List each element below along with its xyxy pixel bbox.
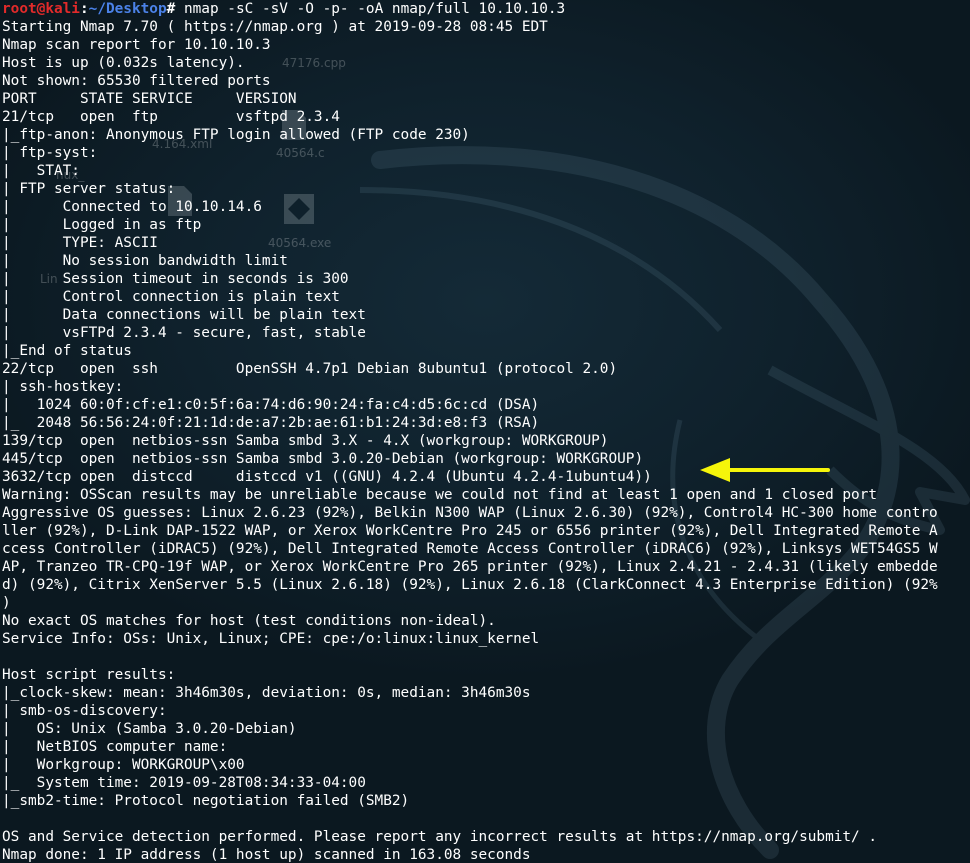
output-line: | Data connections will be plain text — [2, 307, 366, 323]
output-line: OS and Service detection performed. Plea… — [2, 829, 878, 845]
output-line: |_End of status — [2, 343, 132, 359]
output-line: ) — [2, 595, 11, 611]
output-line: | Logged in as ftp — [2, 217, 202, 233]
output-line: PORT STATE SERVICE VERSION — [2, 91, 297, 107]
output-line: | TYPE: ASCII — [2, 235, 158, 251]
output-line: | ssh-hostkey: — [2, 379, 124, 395]
terminal-window[interactable]: root@kali:~/Desktop# nmap -sC -sV -O -p-… — [0, 0, 970, 863]
output-line: | Workgroup: WORKGROUP\x00 — [2, 757, 245, 773]
output-line: 21/tcp open ftp vsftpd 2.3.4 — [2, 109, 340, 125]
output-line: Starting Nmap 7.70 ( https://nmap.org ) … — [2, 19, 548, 35]
prompt-separator: : — [79, 1, 89, 17]
output-line: d) (92%), Citrix XenServer 5.5 (Linux 2.… — [2, 577, 938, 593]
output-line: | FTP server status: — [2, 181, 176, 197]
output-line: | vsFTPd 2.3.4 - secure, fast, stable — [2, 325, 366, 341]
output-line: ller (92%), D-Link DAP-1522 WAP, or Xero… — [2, 523, 938, 539]
prompt-path: ~/Desktop — [88, 1, 167, 17]
output-line: | NetBIOS computer name: — [2, 739, 228, 755]
output-line: | Session timeout in seconds is 300 — [2, 271, 349, 287]
prompt-user-host: root@kali — [2, 1, 80, 17]
output-line: | smb-os-discovery: — [2, 703, 167, 719]
output-line: | 1024 60:0f:cf:e1:c0:5f:6a:74:d6:90:24:… — [2, 397, 540, 413]
output-line: Not shown: 65530 filtered ports — [2, 73, 271, 89]
output-line: Nmap scan report for 10.10.10.3 — [2, 37, 271, 53]
output-line: 22/tcp open ssh OpenSSH 4.7p1 Debian 8ub… — [2, 361, 618, 377]
output-line: |_ System time: 2019-09-28T08:34:33-04:0… — [2, 775, 366, 791]
output-line: |_ 2048 56:56:24:0f:21:1d:de:a7:2b:ae:61… — [2, 415, 540, 431]
output-line: |_smb2-time: Protocol negotiation failed… — [2, 793, 410, 809]
output-line: |_clock-skew: mean: 3h46m30s, deviation:… — [2, 685, 531, 701]
output-line: | STAT: — [2, 163, 80, 179]
output-line: No exact OS matches for host (test condi… — [2, 613, 496, 629]
output-line: | OS: Unix (Samba 3.0.20-Debian) — [2, 721, 297, 737]
command-text: nmap -sC -sV -O -p- -oA nmap/full 10.10.… — [175, 1, 566, 17]
output-line: AP, Tranzeo TR-CPQ-19f WAP, or Xerox Wor… — [2, 559, 938, 575]
command-prompt-line: root@kali:~/Desktop# nmap -sC -sV -O -p-… — [0, 0, 970, 18]
terminal-output: Starting Nmap 7.70 ( https://nmap.org ) … — [0, 18, 970, 863]
output-line: Service Info: OSs: Unix, Linux; CPE: cpe… — [2, 631, 540, 647]
output-line: | ftp-syst: — [2, 145, 98, 161]
annotation-arrow-icon — [700, 458, 830, 482]
output-line: | Connected to 10.10.14.6 — [2, 199, 262, 215]
output-line: Nmap done: 1 IP address (1 host up) scan… — [2, 847, 531, 863]
output-line: Warning: OSScan results may be unreliabl… — [2, 487, 878, 503]
prompt-symbol: # — [166, 1, 176, 17]
output-line: 139/tcp open netbios-ssn Samba smbd 3.X … — [2, 433, 609, 449]
output-line: |_ftp-anon: Anonymous FTP login allowed … — [2, 127, 470, 143]
output-line: Host script results: — [2, 667, 176, 683]
output-line: ccess Controller (iDRAC5) (92%), Dell In… — [2, 541, 938, 557]
output-line: | No session bandwidth limit — [2, 253, 288, 269]
output-line: | Control connection is plain text — [2, 289, 340, 305]
output-line: Host is up (0.032s latency). — [2, 55, 245, 71]
output-line: Aggressive OS guesses: Linux 2.6.23 (92%… — [2, 505, 938, 521]
